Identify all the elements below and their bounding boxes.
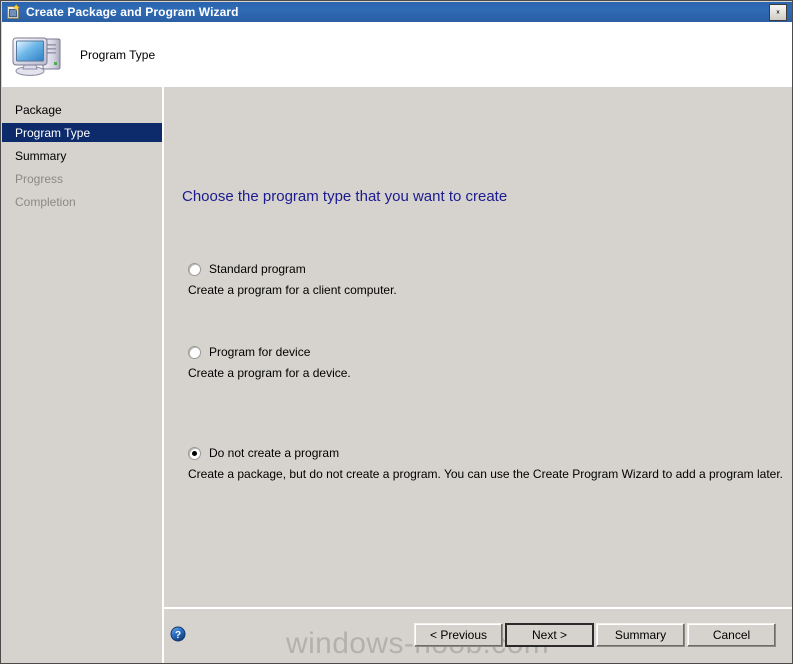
option-description: Create a package, but do not create a pr… <box>188 467 784 481</box>
window-title: Create Package and Program Wizard <box>26 5 239 19</box>
previous-button[interactable]: < Previous <box>414 623 503 647</box>
wizard-footer: ? windows-noob.com < Previous Next > Sum… <box>164 605 792 663</box>
computer-icon <box>10 31 66 79</box>
option-description: Create a program for a client computer. <box>188 283 397 297</box>
next-button[interactable]: Next > <box>505 623 594 647</box>
radio-do-not-create-program[interactable] <box>188 447 201 460</box>
page-title: Choose the program type that you want to… <box>182 188 508 205</box>
sidebar-item-completion: Completion <box>2 192 162 211</box>
option-program-for-device[interactable]: Program for device Create a program for … <box>164 345 764 380</box>
help-circle-icon[interactable]: ? <box>170 626 186 642</box>
sidebar-item-program-type[interactable]: Program Type <box>2 123 162 142</box>
title-bar: ✦ Create Package and Program Wizard <box>2 2 792 22</box>
option-label: Program for device <box>209 345 311 359</box>
option-do-not-create-program[interactable]: Do not create a program Create a package… <box>164 446 783 481</box>
sidebar-item-summary[interactable]: Summary <box>2 146 162 165</box>
sidebar-item-package[interactable]: Package <box>2 100 162 119</box>
sidebar-item-label: Completion <box>15 194 76 209</box>
option-label: Standard program <box>209 262 306 276</box>
option-standard-program[interactable]: Standard program Create a program for a … <box>164 262 764 297</box>
content-pane: Choose the program type that you want to… <box>164 87 792 605</box>
option-label: Do not create a program <box>209 446 340 460</box>
sidebar-item-progress: Progress <box>2 169 162 188</box>
radio-standard-program[interactable] <box>188 263 201 276</box>
wizard-steps-sidebar: Package Program Type Summary Progress Co… <box>2 87 162 663</box>
summary-button[interactable]: Summary <box>596 623 685 647</box>
wizard-header: Program Type <box>2 22 792 87</box>
package-star-icon: ✦ <box>5 4 21 20</box>
cancel-button[interactable]: Cancel <box>687 623 776 647</box>
sidebar-item-label: Package <box>15 102 62 117</box>
sidebar-item-label: Progress <box>15 171 64 186</box>
option-description: Create a program for a device. <box>188 366 351 380</box>
wizard-window: ✦ Create Package and Program Wizard Prog… <box>0 0 793 664</box>
svg-text:?: ? <box>175 630 181 641</box>
footer-divider <box>164 607 792 609</box>
wizard-body: Package Program Type Summary Progress Co… <box>2 87 792 663</box>
radio-program-for-device[interactable] <box>188 346 201 359</box>
header-title: Program Type <box>80 47 156 62</box>
sidebar-item-label: Program Type <box>15 125 91 140</box>
close-icon[interactable] <box>769 3 787 21</box>
sidebar-item-label: Summary <box>15 148 67 163</box>
